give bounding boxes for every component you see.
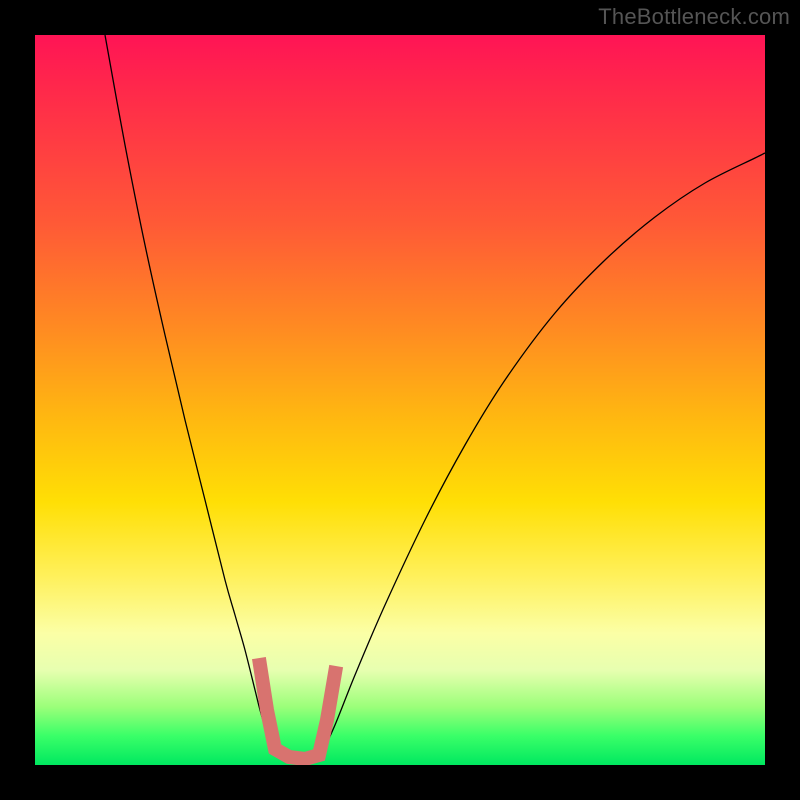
- watermark-text: TheBottleneck.com: [598, 4, 790, 30]
- curve-svg: [35, 35, 765, 765]
- bottleneck-curve: [105, 35, 765, 761]
- chart-frame: TheBottleneck.com: [0, 0, 800, 800]
- plot-area: [35, 35, 765, 765]
- optimal-marker: [260, 665, 335, 759]
